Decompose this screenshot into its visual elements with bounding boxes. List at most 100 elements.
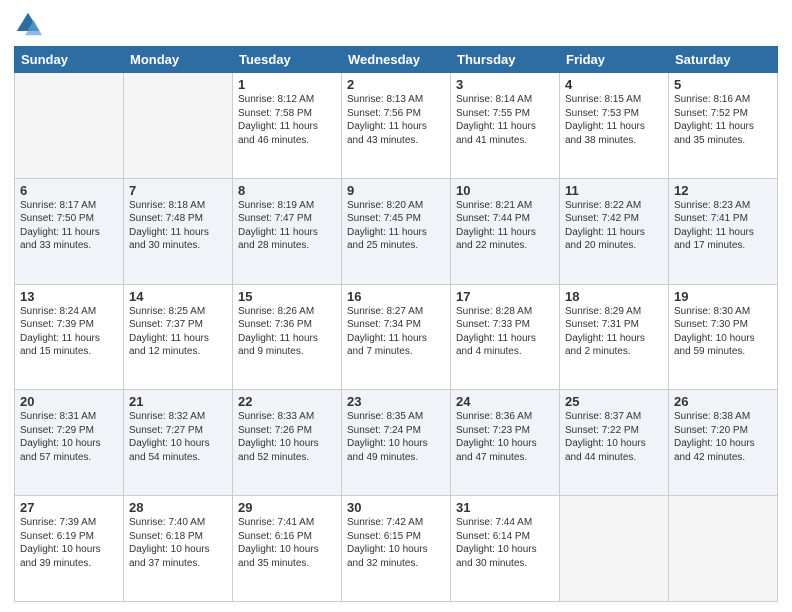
calendar-cell: 5Sunrise: 8:16 AM Sunset: 7:52 PM Daylig… [669,73,778,179]
calendar-cell: 3Sunrise: 8:14 AM Sunset: 7:55 PM Daylig… [451,73,560,179]
calendar-week-row: 27Sunrise: 7:39 AM Sunset: 6:19 PM Dayli… [15,496,778,602]
calendar-cell: 30Sunrise: 7:42 AM Sunset: 6:15 PM Dayli… [342,496,451,602]
day-number: 22 [238,394,336,409]
header-tuesday: Tuesday [233,47,342,73]
header-saturday: Saturday [669,47,778,73]
day-number: 25 [565,394,663,409]
logo [14,10,44,38]
day-info: Sunrise: 7:39 AM Sunset: 6:19 PM Dayligh… [20,516,118,570]
day-info: Sunrise: 8:38 AM Sunset: 7:20 PM Dayligh… [674,410,772,464]
calendar-cell [560,496,669,602]
day-number: 13 [20,289,118,304]
header-monday: Monday [124,47,233,73]
calendar-cell: 27Sunrise: 7:39 AM Sunset: 6:19 PM Dayli… [15,496,124,602]
calendar-week-row: 1Sunrise: 8:12 AM Sunset: 7:58 PM Daylig… [15,73,778,179]
calendar-cell: 9Sunrise: 8:20 AM Sunset: 7:45 PM Daylig… [342,178,451,284]
calendar-cell: 22Sunrise: 8:33 AM Sunset: 7:26 PM Dayli… [233,390,342,496]
calendar-cell: 31Sunrise: 7:44 AM Sunset: 6:14 PM Dayli… [451,496,560,602]
calendar-cell [124,73,233,179]
calendar-cell: 28Sunrise: 7:40 AM Sunset: 6:18 PM Dayli… [124,496,233,602]
day-number: 29 [238,500,336,515]
calendar-cell: 20Sunrise: 8:31 AM Sunset: 7:29 PM Dayli… [15,390,124,496]
header [14,10,778,38]
day-info: Sunrise: 7:41 AM Sunset: 6:16 PM Dayligh… [238,516,336,570]
day-number: 11 [565,183,663,198]
day-number: 18 [565,289,663,304]
calendar-body: 1Sunrise: 8:12 AM Sunset: 7:58 PM Daylig… [15,73,778,602]
day-info: Sunrise: 8:28 AM Sunset: 7:33 PM Dayligh… [456,305,554,359]
day-number: 21 [129,394,227,409]
day-info: Sunrise: 8:18 AM Sunset: 7:48 PM Dayligh… [129,199,227,253]
day-info: Sunrise: 8:24 AM Sunset: 7:39 PM Dayligh… [20,305,118,359]
day-info: Sunrise: 8:13 AM Sunset: 7:56 PM Dayligh… [347,93,445,147]
calendar-cell [15,73,124,179]
calendar-cell: 18Sunrise: 8:29 AM Sunset: 7:31 PM Dayli… [560,284,669,390]
day-number: 17 [456,289,554,304]
calendar-cell: 2Sunrise: 8:13 AM Sunset: 7:56 PM Daylig… [342,73,451,179]
calendar-cell: 11Sunrise: 8:22 AM Sunset: 7:42 PM Dayli… [560,178,669,284]
calendar: Sunday Monday Tuesday Wednesday Thursday… [14,46,778,602]
day-number: 6 [20,183,118,198]
calendar-cell: 12Sunrise: 8:23 AM Sunset: 7:41 PM Dayli… [669,178,778,284]
day-info: Sunrise: 8:35 AM Sunset: 7:24 PM Dayligh… [347,410,445,464]
calendar-cell [669,496,778,602]
day-number: 7 [129,183,227,198]
calendar-cell: 14Sunrise: 8:25 AM Sunset: 7:37 PM Dayli… [124,284,233,390]
day-info: Sunrise: 7:42 AM Sunset: 6:15 PM Dayligh… [347,516,445,570]
calendar-cell: 13Sunrise: 8:24 AM Sunset: 7:39 PM Dayli… [15,284,124,390]
day-number: 14 [129,289,227,304]
day-number: 3 [456,77,554,92]
day-info: Sunrise: 8:30 AM Sunset: 7:30 PM Dayligh… [674,305,772,359]
calendar-cell: 10Sunrise: 8:21 AM Sunset: 7:44 PM Dayli… [451,178,560,284]
day-info: Sunrise: 8:15 AM Sunset: 7:53 PM Dayligh… [565,93,663,147]
calendar-cell: 1Sunrise: 8:12 AM Sunset: 7:58 PM Daylig… [233,73,342,179]
day-number: 23 [347,394,445,409]
day-number: 8 [238,183,336,198]
calendar-week-row: 13Sunrise: 8:24 AM Sunset: 7:39 PM Dayli… [15,284,778,390]
calendar-week-row: 6Sunrise: 8:17 AM Sunset: 7:50 PM Daylig… [15,178,778,284]
day-number: 30 [347,500,445,515]
day-info: Sunrise: 8:21 AM Sunset: 7:44 PM Dayligh… [456,199,554,253]
day-info: Sunrise: 8:22 AM Sunset: 7:42 PM Dayligh… [565,199,663,253]
weekday-header-row: Sunday Monday Tuesday Wednesday Thursday… [15,47,778,73]
day-info: Sunrise: 8:14 AM Sunset: 7:55 PM Dayligh… [456,93,554,147]
day-info: Sunrise: 8:37 AM Sunset: 7:22 PM Dayligh… [565,410,663,464]
day-number: 31 [456,500,554,515]
day-number: 16 [347,289,445,304]
day-number: 26 [674,394,772,409]
day-number: 15 [238,289,336,304]
day-number: 1 [238,77,336,92]
day-info: Sunrise: 8:12 AM Sunset: 7:58 PM Dayligh… [238,93,336,147]
day-number: 19 [674,289,772,304]
day-number: 10 [456,183,554,198]
header-sunday: Sunday [15,47,124,73]
day-number: 12 [674,183,772,198]
day-info: Sunrise: 8:26 AM Sunset: 7:36 PM Dayligh… [238,305,336,359]
day-info: Sunrise: 7:40 AM Sunset: 6:18 PM Dayligh… [129,516,227,570]
calendar-cell: 15Sunrise: 8:26 AM Sunset: 7:36 PM Dayli… [233,284,342,390]
day-number: 9 [347,183,445,198]
day-number: 20 [20,394,118,409]
day-info: Sunrise: 8:20 AM Sunset: 7:45 PM Dayligh… [347,199,445,253]
day-number: 4 [565,77,663,92]
day-number: 5 [674,77,772,92]
day-info: Sunrise: 8:25 AM Sunset: 7:37 PM Dayligh… [129,305,227,359]
header-wednesday: Wednesday [342,47,451,73]
day-number: 27 [20,500,118,515]
day-info: Sunrise: 8:27 AM Sunset: 7:34 PM Dayligh… [347,305,445,359]
day-info: Sunrise: 8:17 AM Sunset: 7:50 PM Dayligh… [20,199,118,253]
calendar-cell: 24Sunrise: 8:36 AM Sunset: 7:23 PM Dayli… [451,390,560,496]
calendar-cell: 25Sunrise: 8:37 AM Sunset: 7:22 PM Dayli… [560,390,669,496]
calendar-cell: 16Sunrise: 8:27 AM Sunset: 7:34 PM Dayli… [342,284,451,390]
calendar-cell: 23Sunrise: 8:35 AM Sunset: 7:24 PM Dayli… [342,390,451,496]
calendar-cell: 4Sunrise: 8:15 AM Sunset: 7:53 PM Daylig… [560,73,669,179]
day-info: Sunrise: 8:32 AM Sunset: 7:27 PM Dayligh… [129,410,227,464]
day-info: Sunrise: 8:19 AM Sunset: 7:47 PM Dayligh… [238,199,336,253]
day-info: Sunrise: 7:44 AM Sunset: 6:14 PM Dayligh… [456,516,554,570]
calendar-cell: 7Sunrise: 8:18 AM Sunset: 7:48 PM Daylig… [124,178,233,284]
day-info: Sunrise: 8:33 AM Sunset: 7:26 PM Dayligh… [238,410,336,464]
calendar-cell: 26Sunrise: 8:38 AM Sunset: 7:20 PM Dayli… [669,390,778,496]
page-container: Sunday Monday Tuesday Wednesday Thursday… [0,0,792,612]
calendar-cell: 6Sunrise: 8:17 AM Sunset: 7:50 PM Daylig… [15,178,124,284]
day-info: Sunrise: 8:23 AM Sunset: 7:41 PM Dayligh… [674,199,772,253]
